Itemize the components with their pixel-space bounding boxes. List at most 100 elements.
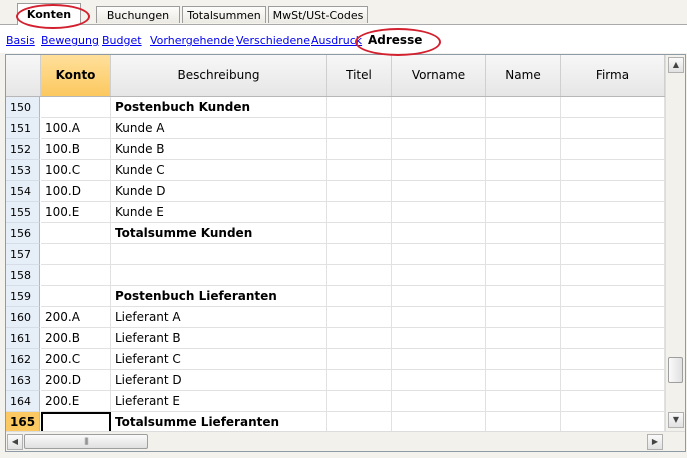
view-link-bewegung[interactable]: Bewegung [41,34,99,47]
cell-empty[interactable] [486,328,561,349]
arrow-up-icon[interactable]: ▲ [668,57,684,73]
cell-empty[interactable] [392,244,486,265]
view-link-verschiedene[interactable]: Verschiedene [236,34,310,47]
column-header-beschreibung[interactable]: Beschreibung [111,55,327,96]
cell-empty[interactable] [327,370,392,391]
cell-empty[interactable] [561,160,665,181]
cell-empty[interactable] [561,118,665,139]
column-header-konto[interactable]: Konto [41,55,111,96]
cell-beschreibung[interactable]: Lieferant A [111,307,327,328]
cell-beschreibung[interactable]: Lieferant E [111,391,327,412]
cell-konto[interactable]: 200.D [41,370,111,391]
tab-totalsummen[interactable]: Totalsummen [182,6,266,23]
cell-beschreibung[interactable]: Totalsumme Lieferanten [111,412,327,433]
cell-empty[interactable] [561,328,665,349]
cell-empty[interactable] [392,412,486,433]
view-link-budget[interactable]: Budget [102,34,142,47]
cell-empty[interactable] [561,244,665,265]
row-number[interactable]: 153 [6,160,40,181]
cell-konto[interactable]: 200.B [41,328,111,349]
cell-beschreibung[interactable]: Lieferant B [111,328,327,349]
cell-konto[interactable]: 100.A [41,118,111,139]
cell-empty[interactable] [561,349,665,370]
row-number[interactable]: 152 [6,139,40,160]
cell-konto[interactable]: 100.E [41,202,111,223]
table-row[interactable]: 151 100.A Kunde A [6,118,665,139]
cell-konto[interactable]: 200.A [41,307,111,328]
cell-empty[interactable] [392,202,486,223]
cell-konto[interactable] [41,286,111,307]
cell-empty[interactable] [486,223,561,244]
cell-empty[interactable] [327,139,392,160]
row-number[interactable]: 158 [6,265,40,286]
cell-beschreibung[interactable]: Postenbuch Lieferanten [111,286,327,307]
view-link-basis[interactable]: Basis [6,34,35,47]
cell-empty[interactable] [327,181,392,202]
cell-konto[interactable] [41,223,111,244]
table-row[interactable]: 150 Postenbuch Kunden [6,97,665,118]
cell-empty[interactable] [392,265,486,286]
table-row[interactable]: 159 Postenbuch Lieferanten [6,286,665,307]
column-header-firma[interactable]: Firma [561,55,665,96]
cell-empty[interactable] [486,139,561,160]
row-number[interactable]: 162 [6,349,40,370]
cell-empty[interactable] [486,307,561,328]
table-row[interactable]: 162 200.C Lieferant C [6,349,665,370]
cell-empty[interactable] [327,118,392,139]
cell-empty[interactable] [486,391,561,412]
table-row[interactable]: 165 Totalsumme Lieferanten [6,412,665,433]
cell-beschreibung[interactable]: Postenbuch Kunden [111,97,327,118]
cell-konto[interactable]: 100.B [41,139,111,160]
row-number[interactable]: 154 [6,181,40,202]
cell-empty[interactable] [561,202,665,223]
cell-empty[interactable] [486,286,561,307]
corner-cell[interactable] [6,55,41,96]
cell-beschreibung[interactable]: Kunde C [111,160,327,181]
cell-beschreibung[interactable]: Kunde A [111,118,327,139]
table-row[interactable]: 153 100.C Kunde C [6,160,665,181]
view-link-vorhergehende[interactable]: Vorhergehende [150,34,234,47]
cell-empty[interactable] [392,307,486,328]
cell-empty[interactable] [327,265,392,286]
horizontal-scrollbar[interactable]: ◀ ||| ▶ [6,431,685,451]
cell-beschreibung[interactable]: Kunde B [111,139,327,160]
cell-konto[interactable] [41,97,111,118]
cell-empty[interactable] [392,223,486,244]
column-header-name[interactable]: Name [486,55,561,96]
arrow-left-icon[interactable]: ◀ [7,434,23,450]
row-number[interactable]: 155 [6,202,40,223]
cell-empty[interactable] [392,139,486,160]
vertical-scroll-thumb[interactable] [668,357,683,383]
cell-empty[interactable] [486,118,561,139]
table-row[interactable]: 163 200.D Lieferant D [6,370,665,391]
horizontal-scroll-thumb[interactable]: ||| [24,434,148,449]
cell-empty[interactable] [327,307,392,328]
cell-empty[interactable] [561,370,665,391]
cell-empty[interactable] [392,181,486,202]
cell-empty[interactable] [486,349,561,370]
cell-empty[interactable] [327,412,392,433]
row-number[interactable]: 156 [6,223,40,244]
cell-empty[interactable] [561,307,665,328]
cell-empty[interactable] [486,97,561,118]
tab-buchungen[interactable]: Buchungen [96,6,180,23]
cell-empty[interactable] [561,97,665,118]
row-number[interactable]: 159 [6,286,40,307]
cell-empty[interactable] [561,412,665,433]
table-row[interactable]: 155 100.E Kunde E [6,202,665,223]
table-row[interactable]: 158 [6,265,665,286]
cell-beschreibung[interactable]: Kunde D [111,181,327,202]
cell-empty[interactable] [561,391,665,412]
row-number[interactable]: 150 [6,97,40,118]
cell-empty[interactable] [561,139,665,160]
column-header-vorname[interactable]: Vorname [392,55,486,96]
row-number[interactable]: 165 [6,412,40,433]
row-number[interactable]: 160 [6,307,40,328]
cell-empty[interactable] [392,97,486,118]
cell-empty[interactable] [486,244,561,265]
cell-konto[interactable]: 100.D [41,181,111,202]
cell-empty[interactable] [392,328,486,349]
table-row[interactable]: 160 200.A Lieferant A [6,307,665,328]
cell-konto[interactable]: 200.E [41,391,111,412]
cell-empty[interactable] [392,286,486,307]
